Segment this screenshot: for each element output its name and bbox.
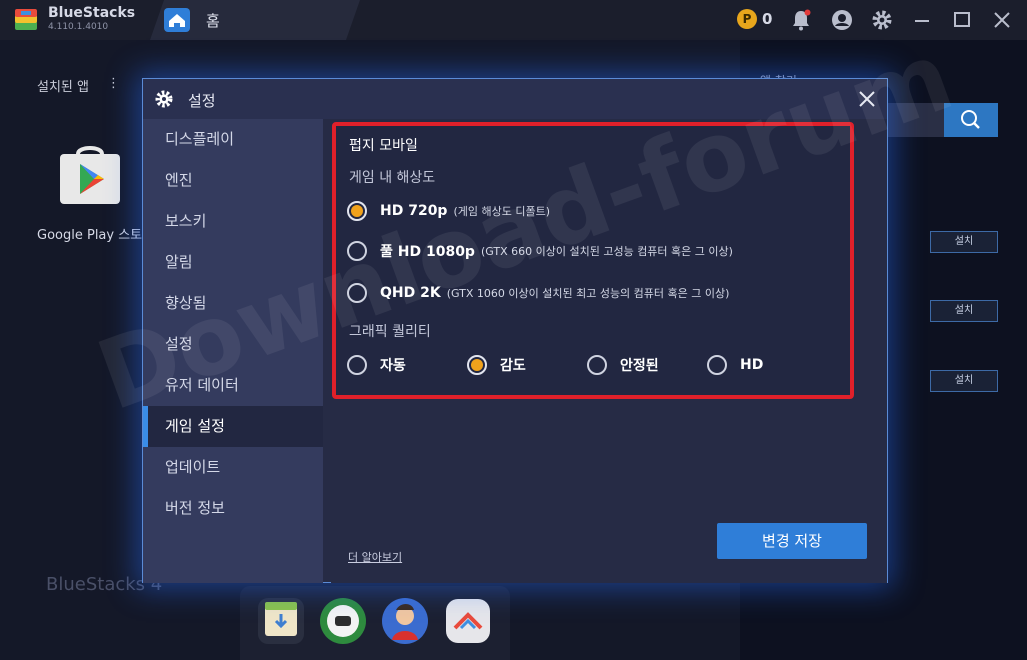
settings-sidebar: 디스플레이 엔진 보스키 알림 향상됨 설정 유저 데이터 게임 설정 업데이트… [143, 119, 323, 583]
resolution-note: (GTX 1060 이상이 설치된 최고 성능의 컴퓨터 혹은 그 이상) [446, 287, 730, 300]
sidebar-item-preferences[interactable]: 설정 [143, 324, 323, 365]
installer-app-icon[interactable] [256, 596, 306, 646]
app-search-input[interactable] [888, 103, 944, 137]
resolution-option-hd720[interactable]: HD 720p (게임 해상도 디폴트) [347, 201, 550, 221]
resolution-note: (게임 해상도 디폴트) [453, 205, 551, 218]
radio-button-selected[interactable] [467, 355, 487, 375]
resolution-label: QHD 2K [380, 285, 441, 301]
installed-apps-title: 설치된 앱 [37, 80, 89, 95]
search-icon [961, 110, 980, 129]
maximize-icon[interactable] [950, 8, 974, 32]
bell-icon[interactable] [789, 8, 813, 32]
quality-label: 감도 [500, 358, 526, 374]
quality-option-sensitive[interactable]: 감도 [467, 355, 526, 375]
tab-home-label: 홈 [206, 12, 220, 30]
search-button[interactable] [944, 103, 998, 137]
sidebar-item-advanced[interactable]: 향상됨 [143, 283, 323, 324]
sidebar-item-boss-key[interactable]: 보스키 [143, 201, 323, 242]
save-changes-button[interactable]: 변경 저장 [717, 523, 867, 559]
quality-label: HD [740, 357, 764, 373]
dialog-header: 설정 [143, 79, 887, 119]
sidebar-item-engine[interactable]: 엔진 [143, 160, 323, 201]
game-app-icon[interactable] [318, 596, 368, 646]
install-button[interactable]: 설치 [930, 370, 998, 392]
radio-button[interactable] [347, 283, 367, 303]
brand-version: 4.110.1.4010 [48, 22, 109, 32]
radio-button-selected[interactable] [347, 201, 367, 221]
install-button[interactable]: 설치 [930, 300, 998, 322]
google-play-icon[interactable] [56, 140, 124, 208]
sidebar-item-updates[interactable]: 업데이트 [143, 447, 323, 488]
sidebar-item-game-settings[interactable]: 게임 설정 [143, 406, 323, 447]
sidebar-item-user-data[interactable]: 유저 데이터 [143, 365, 323, 406]
resolution-option-qhd2k[interactable]: QHD 2K (GTX 1060 이상이 설치된 최고 성능의 컴퓨터 혹은 그… [347, 283, 729, 303]
resolution-label: HD 720p [380, 203, 448, 219]
sidebar-item-about[interactable]: 버전 정보 [143, 488, 323, 529]
settings-gear-icon[interactable] [870, 8, 894, 32]
gear-icon [155, 90, 173, 108]
google-play-label: Google Play 스토어 [37, 228, 155, 243]
quality-option-hd[interactable]: HD [707, 355, 763, 375]
coin-count: 0 [762, 10, 773, 28]
more-apps-icon[interactable] [443, 596, 493, 646]
account-icon[interactable] [830, 8, 854, 32]
home-icon [164, 8, 190, 32]
brand: BlueStacks 4.110.1.4010 [48, 5, 135, 32]
quality-label: 안정된 [620, 358, 659, 374]
resolution-label: 풀 HD 1080p [380, 244, 475, 260]
radio-button[interactable] [587, 355, 607, 375]
graphics-quality-title: 그래픽 퀄리티 [349, 324, 431, 340]
hero-app-icon[interactable] [380, 596, 430, 646]
close-icon[interactable] [856, 88, 878, 110]
bluestacks-logo-icon [15, 9, 37, 30]
quality-label: 자동 [380, 358, 406, 374]
learn-more-link[interactable]: 더 알아보기 [348, 549, 402, 565]
radio-button[interactable] [347, 241, 367, 261]
brand-name: BlueStacks [48, 5, 136, 21]
sidebar-item-display[interactable]: 디스플레이 [143, 119, 323, 160]
close-window-icon[interactable] [990, 8, 1014, 32]
radio-button[interactable] [347, 355, 367, 375]
install-button[interactable]: 설치 [930, 231, 998, 253]
quality-option-stable[interactable]: 안정된 [587, 355, 659, 375]
resolution-option-fhd1080[interactable]: 풀 HD 1080p (GTX 660 이상이 설치된 고성능 컴퓨터 혹은 그… [347, 241, 733, 261]
coin-icon[interactable]: P [737, 9, 757, 29]
sidebar-item-notifications[interactable]: 알림 [143, 242, 323, 283]
radio-button[interactable] [707, 355, 727, 375]
resolution-note: (GTX 660 이상이 설치된 고성능 컴퓨터 혹은 그 이상) [480, 245, 733, 258]
minimize-icon[interactable] [910, 8, 934, 32]
quality-option-auto[interactable]: 자동 [347, 355, 406, 375]
resolution-title: 게임 내 해상도 [349, 170, 436, 186]
settings-dialog: 설정 디스플레이 엔진 보스키 알림 향상됨 설정 유저 데이터 게임 설정 업… [142, 78, 888, 583]
more-options-icon[interactable]: ⋮ [107, 76, 120, 91]
title-bar: BlueStacks 4.110.1.4010 홈 P 0 [0, 0, 1027, 40]
game-name: 펍지 모바일 [349, 138, 418, 154]
dialog-title: 설정 [188, 92, 216, 110]
